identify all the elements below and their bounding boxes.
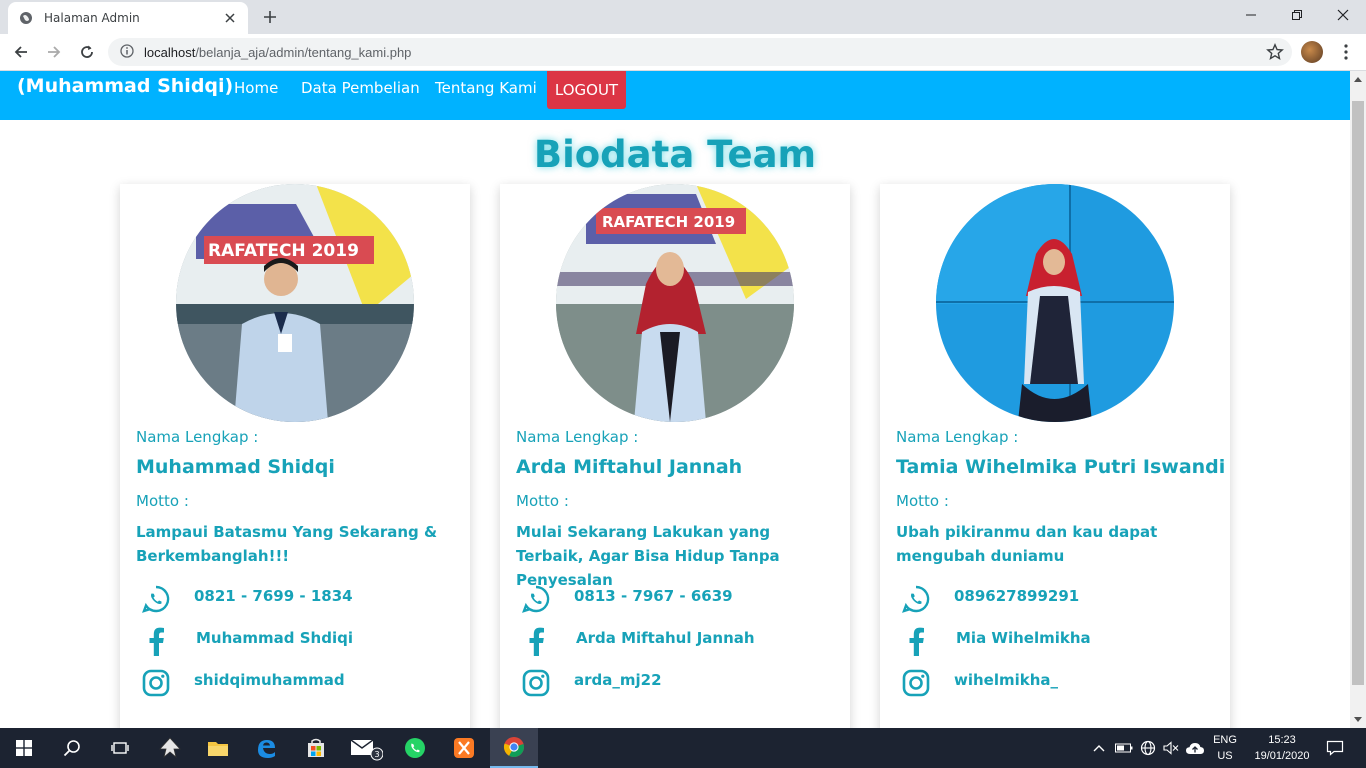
member-photo: RAFATECH 2019 [556,184,794,422]
instagram-icon [900,667,932,699]
instagram-icon [520,667,552,699]
windows-start-icon[interactable] [0,728,48,768]
member-name: Muhammad Shidqi [136,456,335,478]
back-arrow-icon[interactable] [8,39,34,65]
clock[interactable]: 15:23 19/01/2020 [1244,728,1320,768]
whatsapp-icon [520,583,552,615]
file-explorer-icon[interactable] [194,728,242,768]
scroll-down-arrow-icon[interactable] [1350,712,1366,728]
minimize-icon[interactable] [1228,0,1274,30]
member-card: Nama Lengkap : Tamia Wihelmika Putri Isw… [880,184,1230,728]
member-facebook: Muhammad Shdiqi [196,629,353,647]
member-photo [936,184,1174,422]
page-scrollbar[interactable] [1350,71,1366,728]
member-motto: Lampaui Batasmu Yang Sekarang & Berkemba… [136,523,438,565]
network-globe-icon[interactable] [1137,728,1159,768]
address-bar[interactable]: localhost/belanja_aja/admin/tentang_kami… [108,38,1292,66]
tab-title: Halaman Admin [44,11,140,25]
reload-icon[interactable] [74,39,100,65]
inkscape-app-icon[interactable] [146,728,194,768]
member-card: RAFATECH 2019 Nama Lengkap : Arda Miftah… [500,184,850,728]
whatsapp-app-icon[interactable] [391,728,439,768]
task-view-icon[interactable] [96,728,144,768]
nav-link-home[interactable]: Home [234,79,278,97]
member-phone: 089627899291 [954,587,1080,605]
scroll-up-arrow-icon[interactable] [1350,71,1366,87]
svg-text:RAFATECH 2019: RAFATECH 2019 [602,213,735,231]
clock-time: 15:23 [1268,734,1296,746]
mail-icon[interactable]: 3 [342,728,390,768]
browser-tab-strip: Halaman Admin [0,0,1366,34]
windows-taskbar: 3 ENG US 15:23 19/01/2020 [0,728,1366,768]
motto-label: Motto : [136,492,189,510]
member-motto: Mulai Sekarang Lakukan yang Terbaik, Aga… [516,523,780,589]
motto-label: Motto : [896,492,949,510]
motto-label: Motto : [516,492,569,510]
battery-icon[interactable] [1113,728,1135,768]
member-card: RAFATECH 2019 Nama Lengkap : Muhammad Sh… [120,184,470,728]
svg-text:RAFATECH 2019: RAFATECH 2019 [208,241,359,261]
member-phone: 0813 - 7967 - 6639 [574,587,733,605]
close-window-icon[interactable] [1320,0,1366,30]
bookmark-star-icon[interactable] [1266,43,1284,65]
site-navbar: (Muhammad Shidqi) Home Data Pembelian Te… [0,71,1350,120]
whatsapp-icon [140,583,172,615]
member-phone: 0821 - 7699 - 1834 [194,587,353,605]
show-hidden-icons-chevron-icon[interactable] [1090,728,1108,768]
member-facebook: Mia Wihelmikha [956,629,1091,647]
profile-avatar[interactable] [1301,41,1323,63]
url-text: localhost/belanja_aja/admin/tentang_kami… [144,44,412,60]
search-icon[interactable] [48,728,96,768]
member-name: Tamia Wihelmika Putri Iswandi [896,456,1226,478]
member-motto: Ubah pikiranmu dan kau dapat mengubah du… [896,523,1158,565]
clock-date: 19/01/2020 [1254,750,1310,762]
store-icon[interactable] [292,728,340,768]
forward-arrow-icon[interactable] [41,39,67,65]
instagram-icon [140,667,172,699]
facebook-icon [520,625,552,657]
member-photo: RAFATECH 2019 [176,184,414,422]
onedrive-upload-icon[interactable] [1183,728,1207,768]
nav-link-tentang-kami[interactable]: Tentang Kami [435,79,537,97]
name-label: Nama Lengkap : [896,428,1019,446]
page-title: Biodata Team [533,133,817,176]
member-instagram: shidqimuhammad [194,671,345,689]
mail-badge: 3 [374,750,379,759]
restore-icon[interactable] [1274,0,1320,30]
nav-link-data-pembelian[interactable]: Data Pembelian [301,79,420,97]
whatsapp-icon [900,583,932,615]
globe-icon [18,10,34,26]
close-tab-icon[interactable] [222,10,238,26]
member-instagram: arda_mj22 [574,671,662,689]
name-label: Nama Lengkap : [516,428,639,446]
xampp-icon[interactable] [440,728,488,768]
input-language-indicator[interactable]: ENG US [1209,728,1241,768]
member-name: Arda Miftahul Jannah [516,456,743,478]
scroll-thumb[interactable] [1352,101,1364,685]
facebook-icon [140,625,172,657]
info-icon[interactable] [120,43,134,62]
more-menu-icon[interactable] [1334,40,1358,64]
new-tab-icon[interactable] [258,6,282,28]
chrome-app-icon[interactable] [490,728,538,768]
facebook-icon [900,625,932,657]
volume-muted-icon[interactable] [1160,728,1182,768]
name-label: Nama Lengkap : [136,428,259,446]
member-facebook: Arda Miftahul Jannah [576,629,755,647]
navbar-brand[interactable]: (Muhammad Shidqi) [17,75,233,97]
page-viewport: (Muhammad Shidqi) Home Data Pembelian Te… [0,71,1350,728]
logout-button[interactable]: LOGOUT [547,71,626,109]
edge-browser-icon[interactable] [242,728,290,768]
notification-center-icon[interactable] [1320,728,1350,768]
browser-tab[interactable]: Halaman Admin [8,2,248,34]
member-instagram: wihelmikha_ [954,671,1059,689]
browser-toolbar: localhost/belanja_aja/admin/tentang_kami… [0,34,1366,71]
